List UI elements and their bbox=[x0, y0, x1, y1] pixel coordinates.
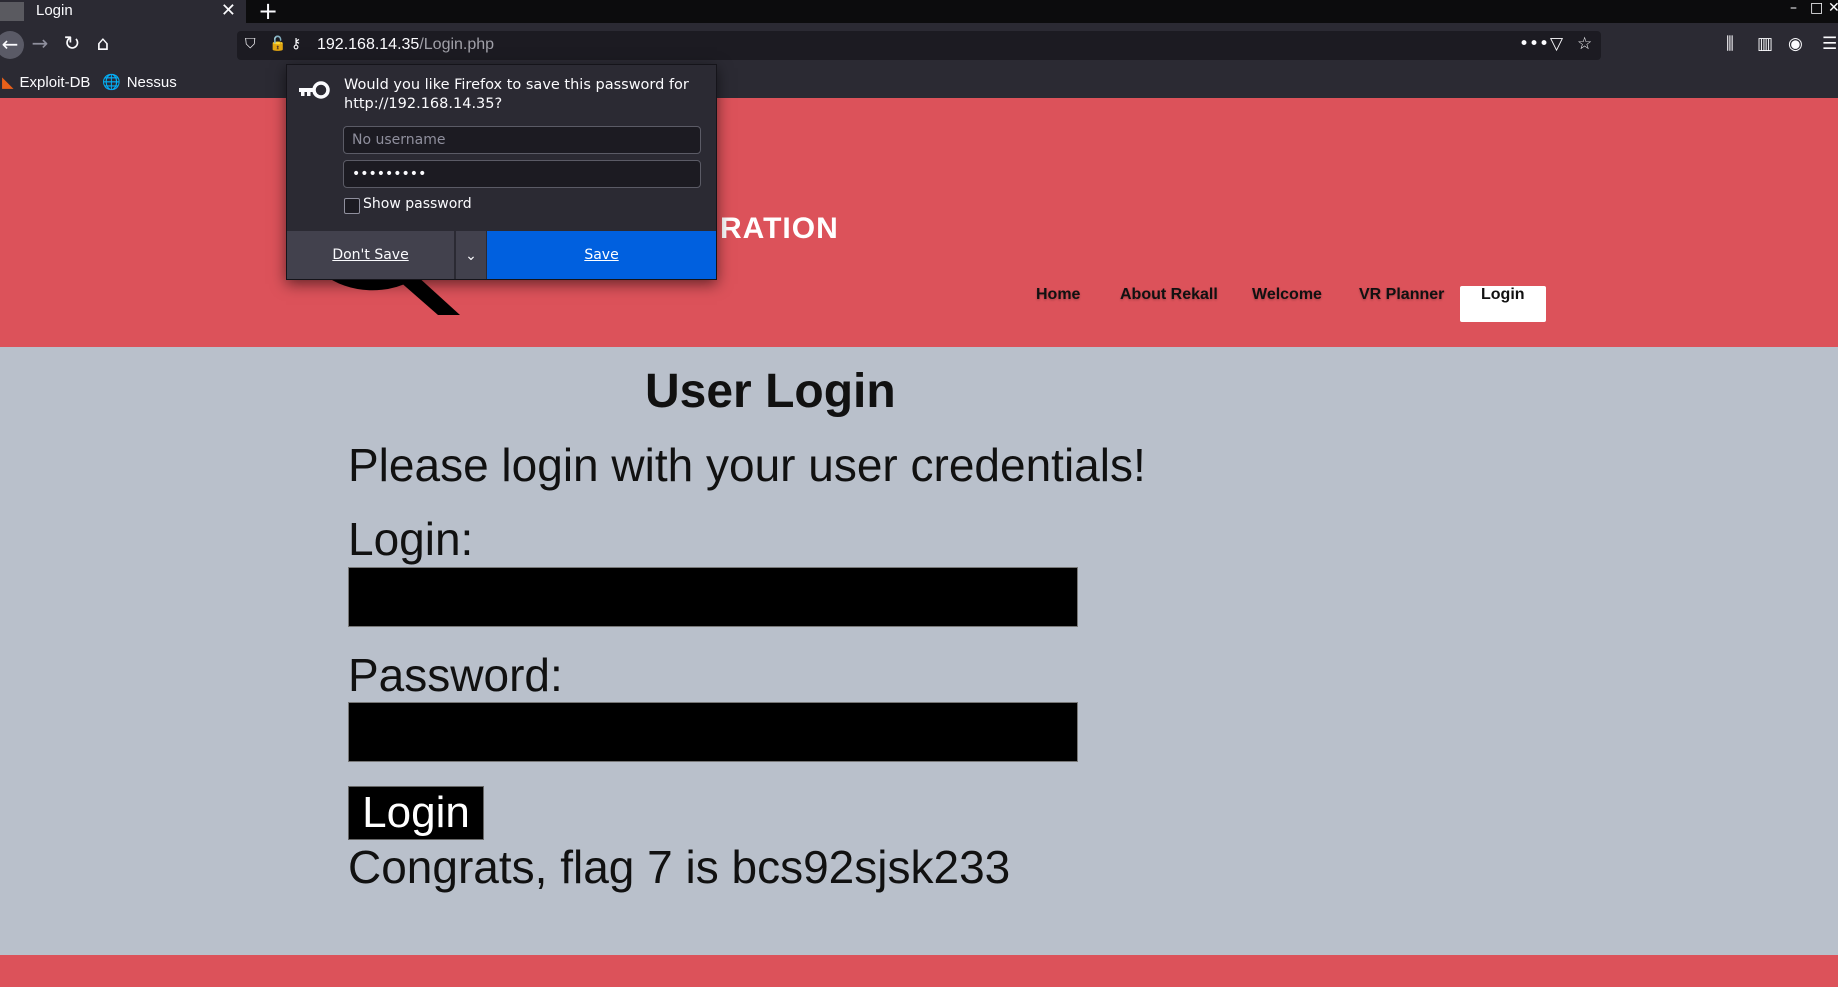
back-arrow-icon[interactable]: ← bbox=[0, 31, 24, 59]
bookmarks-toolbar: ◣ Exploit-DB 🌐 Nessus bbox=[0, 68, 1838, 99]
address-bar[interactable]: ⛉ 🔓 ⚷ 192.168.14.35/Login.php ••• ▽ ☆ bbox=[237, 31, 1601, 60]
tab-strip: Login ✕ + – □ ✕ bbox=[0, 0, 1838, 25]
new-tab-plus-icon[interactable]: + bbox=[258, 0, 278, 25]
page-title: User Login bbox=[645, 365, 896, 418]
nav-vr-planner[interactable]: VR Planner bbox=[1359, 286, 1444, 322]
footer-bar bbox=[0, 955, 1838, 987]
password-label: Password: bbox=[348, 649, 563, 701]
bookmark-star-icon[interactable]: ☆ bbox=[1577, 34, 1592, 54]
url-text[interactable]: 192.168.14.35/Login.php bbox=[317, 36, 494, 54]
brand-name: RATION bbox=[720, 212, 839, 245]
login-input[interactable] bbox=[348, 567, 1078, 627]
forward-arrow-icon[interactable]: → bbox=[26, 31, 54, 55]
close-window-icon[interactable]: ✕ bbox=[1828, 0, 1838, 16]
tab-favicon bbox=[0, 2, 24, 21]
page-actions-icon[interactable]: ••• bbox=[1519, 34, 1549, 54]
username-field[interactable] bbox=[343, 126, 701, 154]
save-password-popup: Would you like Firefox to save this pass… bbox=[286, 64, 717, 280]
pocket-icon[interactable]: ▽ bbox=[1550, 34, 1563, 54]
key-icon[interactable]: ⚷ bbox=[291, 36, 301, 52]
maximize-icon[interactable]: □ bbox=[1810, 0, 1823, 16]
show-password-label[interactable]: Show password bbox=[363, 196, 472, 212]
menu-icon[interactable]: ☰ bbox=[1822, 34, 1837, 54]
navigation-toolbar: ← → ↻ ⌂ ⛉ 🔓 ⚷ 192.168.14.35/Login.php ••… bbox=[0, 23, 1838, 68]
login-label: Login: bbox=[348, 513, 474, 565]
account-icon[interactable]: ◉ bbox=[1788, 34, 1803, 54]
bookmark-nessus[interactable]: 🌐 Nessus bbox=[102, 73, 177, 91]
home-icon[interactable]: ⌂ bbox=[89, 31, 117, 55]
insecure-lock-icon[interactable]: 🔓 bbox=[269, 36, 286, 52]
tab-login[interactable]: Login ✕ bbox=[0, 0, 246, 23]
bookmark-exploit-db[interactable]: ◣ Exploit-DB bbox=[2, 73, 90, 91]
library-icon[interactable]: ⫼ bbox=[1726, 34, 1734, 54]
chevron-down-icon[interactable]: ⌄ bbox=[455, 231, 486, 279]
password-input[interactable] bbox=[348, 702, 1078, 762]
shield-icon[interactable]: ⛉ bbox=[245, 36, 256, 52]
flag-message: Congrats, flag 7 is bcs92sjsk233 bbox=[348, 841, 1011, 893]
globe-icon: 🌐 bbox=[102, 74, 121, 91]
nav-login[interactable]: Login bbox=[1460, 286, 1546, 322]
popup-button-row: Don't Save ⌄ Save bbox=[287, 231, 716, 279]
minimize-icon[interactable]: – bbox=[1790, 0, 1797, 16]
save-password-message: Would you like Firefox to save this pass… bbox=[344, 77, 689, 112]
nav-welcome[interactable]: Welcome bbox=[1252, 286, 1322, 322]
nav-home[interactable]: Home bbox=[1036, 286, 1080, 322]
save-button[interactable]: Save bbox=[487, 231, 716, 279]
show-password-checkbox[interactable] bbox=[344, 198, 360, 214]
exploit-db-icon: ◣ bbox=[2, 74, 14, 91]
tab-title: Login bbox=[36, 2, 73, 19]
site-header bbox=[0, 98, 1838, 347]
login-button[interactable]: Login bbox=[348, 786, 484, 840]
sidebar-icon[interactable]: ▥ bbox=[1757, 34, 1773, 54]
login-instruction: Please login with your user credentials! bbox=[348, 439, 1146, 491]
password-field[interactable] bbox=[343, 160, 701, 188]
tab-close-icon[interactable]: ✕ bbox=[221, 0, 236, 21]
reload-icon[interactable]: ↻ bbox=[58, 31, 86, 55]
dont-save-button[interactable]: Don't Save bbox=[287, 231, 454, 279]
nav-about-rekall[interactable]: About Rekall bbox=[1120, 286, 1218, 322]
key-icon bbox=[299, 81, 330, 99]
